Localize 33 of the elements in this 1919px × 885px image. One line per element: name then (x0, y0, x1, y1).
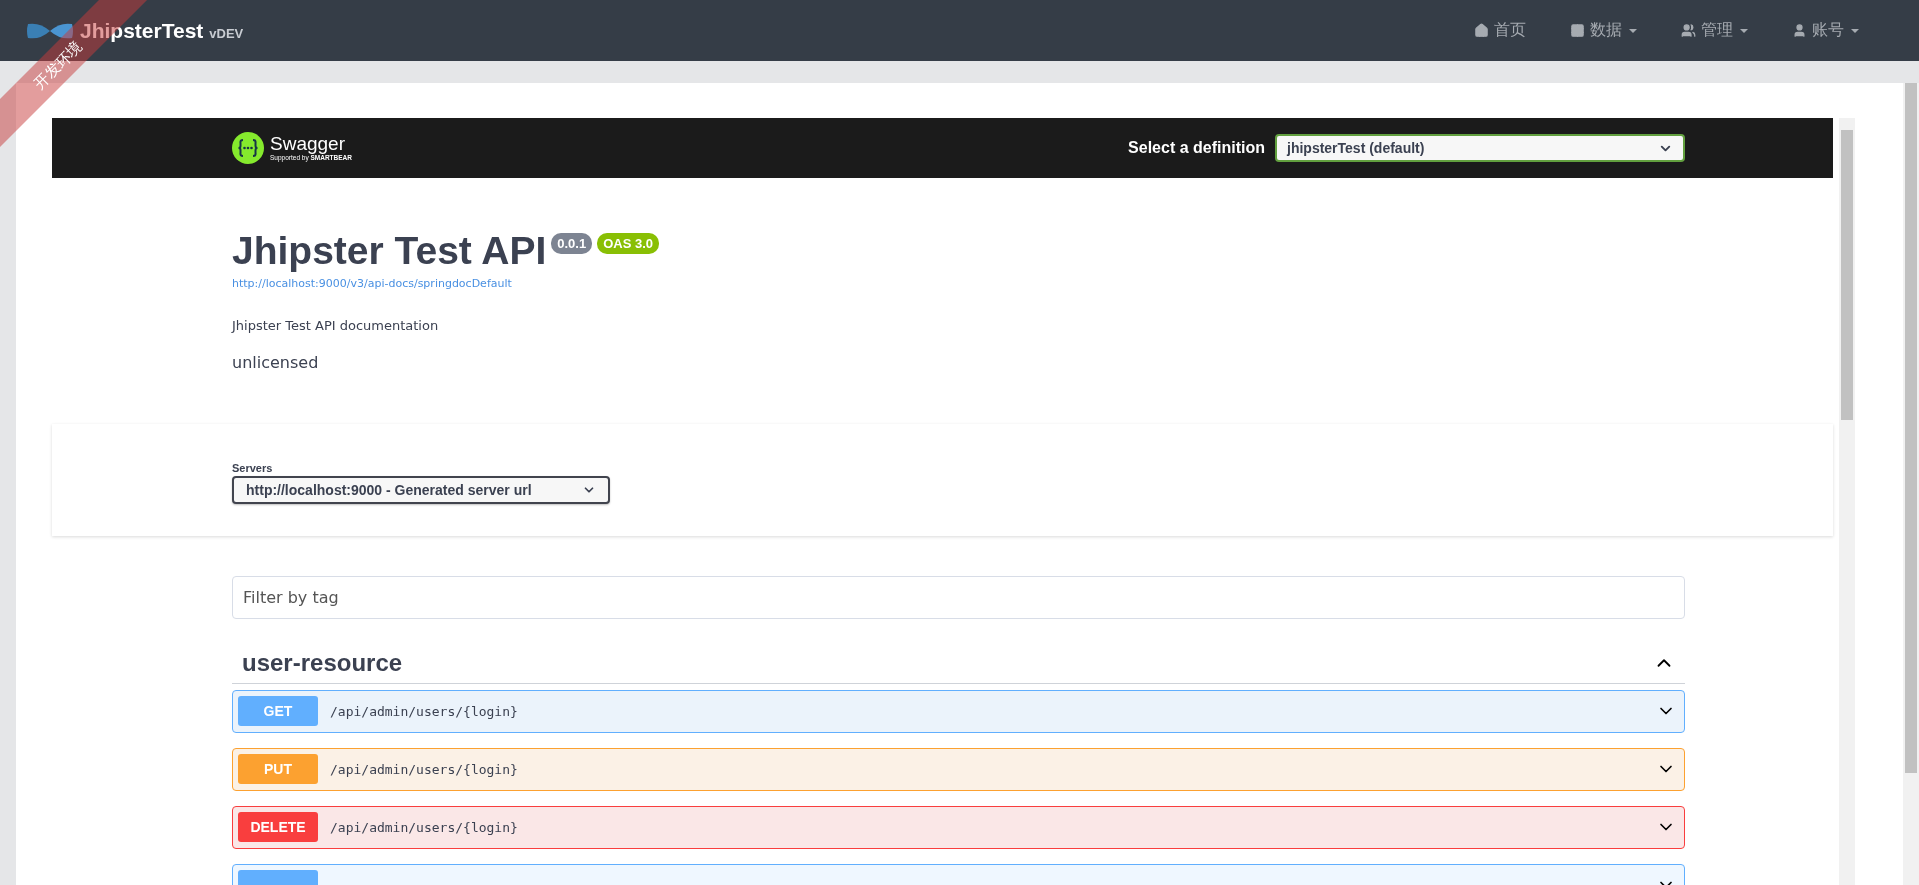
api-description: Jhipster Test API documentation (232, 317, 440, 333)
method-label: GET (238, 696, 318, 727)
oas-badge: OAS 3.0 (597, 233, 660, 254)
method-label: PUT (238, 754, 318, 785)
operation-row[interactable]: GET /api/admin/users/{login} (232, 689, 1685, 733)
version-badge: 0.0.1 (551, 233, 593, 254)
definition-select[interactable]: jhipsterTest (default) (1275, 134, 1685, 162)
nav-link[interactable]: 首页 (1474, 20, 1526, 41)
method-label: DELETE (238, 812, 318, 843)
nav-link[interactable]: 账号 (1792, 20, 1859, 41)
operation-path: /api/admin/users/{login} (330, 703, 519, 719)
scrollbar[interactable] (1839, 118, 1855, 885)
swagger-name: Swagger (270, 134, 346, 154)
tag-header[interactable]: user-resource (232, 636, 1685, 684)
operation-row[interactable]: PUT /api/admin/users/{login} (232, 747, 1685, 791)
server-select[interactable]: http://localhost:9000 - Generated server url (232, 475, 610, 504)
users-icon (1681, 23, 1696, 38)
nav-link[interactable]: 数据 (1570, 20, 1637, 41)
scrollbar[interactable] (1903, 83, 1919, 885)
operation-path: /api/admin/users/{login} (330, 761, 519, 777)
definition-label: Select a definition (1128, 139, 1265, 157)
user-icon (1792, 23, 1807, 38)
operation-path: /api/admin/users/{login} (330, 819, 519, 835)
home-icon (1474, 23, 1489, 38)
servers-label: Servers (232, 461, 274, 474)
operation-row[interactable]: DELETE /api/admin/users/{login} (232, 805, 1685, 849)
swagger-logo-icon (232, 132, 264, 164)
license-text: unlicensed (232, 352, 320, 372)
version-label: vDEV (209, 26, 244, 41)
api-title: Jhipster Test API (232, 230, 547, 273)
filter-field[interactable]: Filter by tag (232, 575, 1685, 619)
nav-link[interactable]: 管理 (1681, 20, 1748, 41)
brand-name[interactable]: JhipsterTest (80, 18, 204, 43)
